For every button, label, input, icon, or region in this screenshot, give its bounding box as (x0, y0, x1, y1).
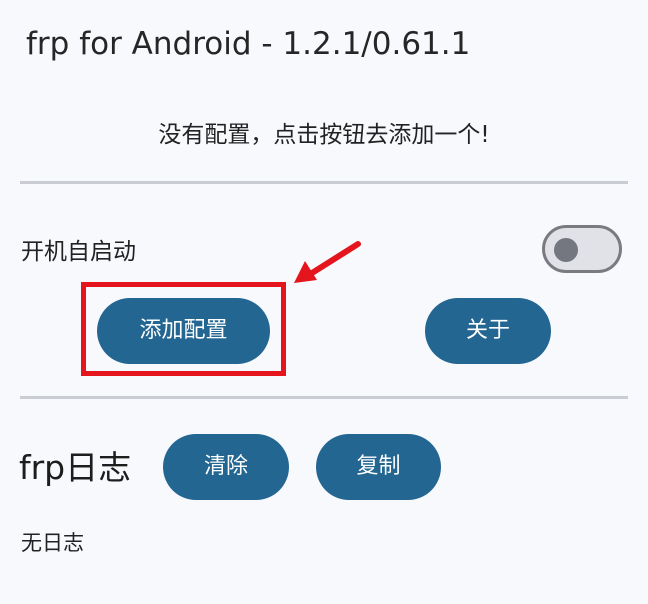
arrow-icon (294, 241, 361, 283)
log-content: 无日志 (21, 531, 84, 555)
toggle-knob (554, 238, 578, 262)
autostart-toggle[interactable] (542, 225, 622, 273)
about-button[interactable]: 关于 (425, 298, 551, 364)
app-title: frp for Android - 1.2.1/0.61.1 (26, 26, 471, 62)
log-title: frp日志 (19, 448, 132, 487)
empty-config-hint: 没有配置，点击按钮去添加一个! (158, 122, 490, 148)
divider-top (20, 181, 628, 184)
add-config-button[interactable]: 添加配置 (97, 298, 270, 364)
clear-log-button[interactable]: 清除 (163, 434, 289, 500)
autostart-label: 开机自启动 (21, 239, 136, 265)
copy-log-button[interactable]: 复制 (316, 434, 441, 500)
divider-middle (20, 396, 628, 399)
